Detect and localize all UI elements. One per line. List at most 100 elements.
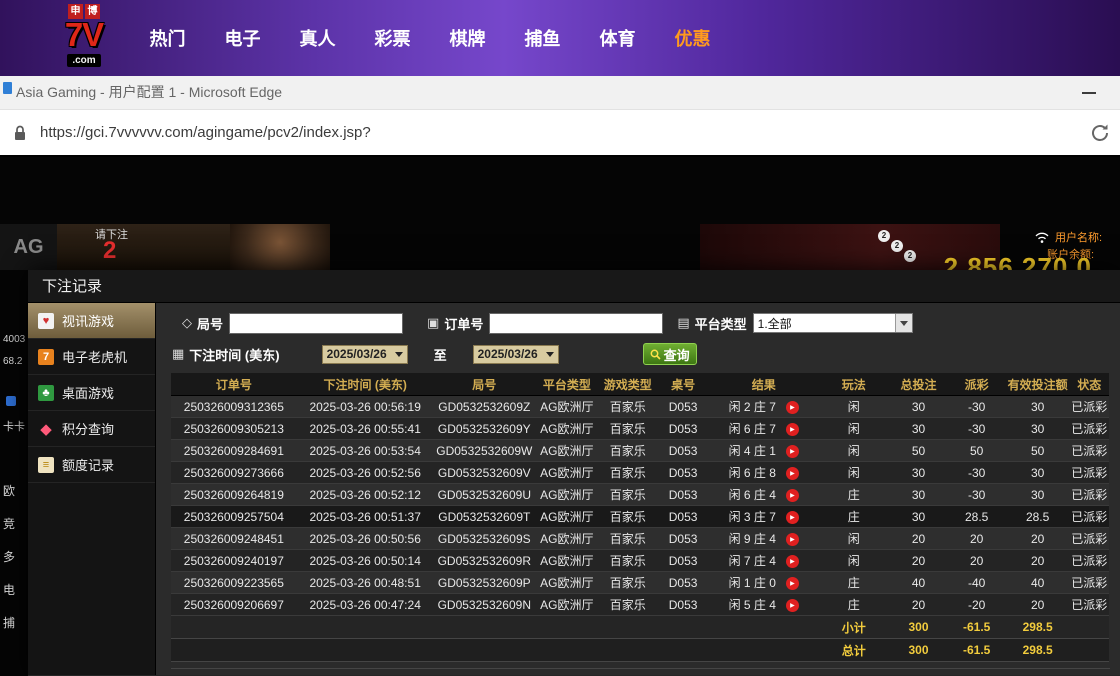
minimize-button[interactable]	[1082, 92, 1096, 94]
nav-item[interactable]: 体育	[580, 25, 655, 51]
sidebar-item[interactable]: 积分查询	[28, 411, 155, 447]
chevron-down-icon	[546, 352, 554, 357]
cell-result: 闲 6 庄 8	[709, 462, 818, 484]
nav-item[interactable]: 真人	[280, 25, 355, 51]
total-valid: 298.5	[1006, 639, 1070, 662]
table-row[interactable]: 250326009223565 2025-03-26 00:48:51 GD05…	[171, 572, 1109, 594]
replay-icon[interactable]	[786, 599, 799, 612]
subtotal-bet: 300	[889, 616, 947, 639]
table-row[interactable]: 250326009206697 2025-03-26 00:47:24 GD05…	[171, 594, 1109, 616]
platform-select[interactable]: 1.全部	[753, 313, 913, 333]
cell-time: 2025-03-26 00:52:56	[297, 462, 434, 484]
replay-icon[interactable]	[786, 401, 799, 414]
modal-content: 局号 订单号 平台类型 1.全部 下注时间 (美东)	[156, 303, 1120, 675]
cell-bet: 30	[889, 396, 947, 418]
replay-icon[interactable]	[786, 423, 799, 436]
nav-item[interactable]: 电子	[205, 25, 280, 51]
search-button[interactable]: 查询	[643, 343, 697, 365]
cell-game: 百家乐	[599, 484, 657, 506]
cell-game: 百家乐	[599, 528, 657, 550]
column-header: 总投注	[889, 373, 947, 396]
roulette-chip: 2	[891, 240, 903, 252]
cell-bet: 40	[889, 572, 947, 594]
table-row[interactable]: 250326009305213 2025-03-26 00:55:41 GD05…	[171, 418, 1109, 440]
cell-status: 已派彩	[1070, 418, 1109, 440]
round-input[interactable]	[229, 313, 403, 334]
cell-valid: 30	[1006, 418, 1070, 440]
replay-icon[interactable]	[786, 555, 799, 568]
address-bar: https://gci.7vvvvvv.com/agingame/pcv2/in…	[0, 110, 1120, 157]
cell-game: 百家乐	[599, 572, 657, 594]
replay-icon[interactable]	[786, 489, 799, 502]
cell-payout: -30	[948, 396, 1006, 418]
table-row[interactable]: 250326009284691 2025-03-26 00:53:54 GD05…	[171, 440, 1109, 462]
table-row[interactable]: 250326009264819 2025-03-26 00:52:12 GD05…	[171, 484, 1109, 506]
roulette-chips: 222	[878, 230, 920, 266]
table-row[interactable]: 250326009240197 2025-03-26 00:50:14 GD05…	[171, 550, 1109, 572]
video-thumbnail-dealer[interactable]	[230, 224, 330, 270]
cell-bet: 20	[889, 528, 947, 550]
cell-status: 已派彩	[1070, 594, 1109, 616]
column-header: 结果	[709, 373, 818, 396]
background-menu-item: 多	[3, 548, 15, 565]
platform-type-icon	[677, 315, 689, 331]
cell-time: 2025-03-26 00:50:14	[297, 550, 434, 572]
table-row[interactable]: 250326009312365 2025-03-26 00:56:19 GD05…	[171, 396, 1109, 418]
cell-payout: -30	[948, 484, 1006, 506]
cell-table: D053	[657, 572, 710, 594]
cell-play: 闲	[818, 418, 889, 440]
cell-status: 已派彩	[1070, 528, 1109, 550]
date-from-picker[interactable]: 2025/03/26	[322, 345, 408, 364]
table-row[interactable]: 250326009257504 2025-03-26 00:51:37 GD05…	[171, 506, 1109, 528]
cell-game: 百家乐	[599, 418, 657, 440]
sidebar-item[interactable]: 额度记录	[28, 447, 155, 483]
cell-bet: 30	[889, 462, 947, 484]
video-thumbnail-bet[interactable]: 请下注 2	[57, 224, 230, 270]
cell-payout: 50	[948, 440, 1006, 462]
cell-round: GD0532532609S	[434, 528, 535, 550]
replay-icon[interactable]	[786, 511, 799, 524]
date-to-picker[interactable]: 2025/03/26	[473, 345, 559, 364]
cell-platform: AG欧洲厅	[535, 418, 599, 440]
replay-icon[interactable]	[786, 467, 799, 480]
cell-round: GD0532532609U	[434, 484, 535, 506]
replay-icon[interactable]	[786, 445, 799, 458]
nav-item[interactable]: 彩票	[355, 25, 430, 51]
refresh-icon[interactable]	[1088, 121, 1112, 145]
replay-icon[interactable]	[786, 577, 799, 590]
site-logo[interactable]: 申 博 7V .com	[48, 4, 120, 68]
cell-play: 庄	[818, 484, 889, 506]
nav-item[interactable]: 棋牌	[430, 25, 505, 51]
cell-play: 闲	[818, 550, 889, 572]
nav-item[interactable]: 捕鱼	[505, 25, 580, 51]
cell-order: 250326009284691	[171, 440, 297, 462]
cell-time: 2025-03-26 00:52:12	[297, 484, 434, 506]
table-row[interactable]: 250326009273666 2025-03-26 00:52:56 GD05…	[171, 462, 1109, 484]
sidebar-item[interactable]: 桌面游戏	[28, 375, 155, 411]
cell-table: D053	[657, 506, 710, 528]
cell-platform: AG欧洲厅	[535, 594, 599, 616]
nav-item[interactable]: 热门	[130, 25, 205, 51]
document-icon	[38, 457, 54, 473]
lock-icon	[12, 124, 28, 147]
cell-result: 闲 3 庄 7	[709, 506, 818, 528]
order-number-icon	[427, 315, 439, 331]
url-text[interactable]: https://gci.7vvvvvv.com/agingame/pcv2/in…	[40, 110, 371, 155]
nav-item[interactable]: 优惠	[655, 25, 730, 51]
replay-icon[interactable]	[786, 533, 799, 546]
cell-valid: 30	[1006, 462, 1070, 484]
background-menu-item: 竞	[3, 515, 15, 532]
cell-result: 闲 1 庄 0	[709, 572, 818, 594]
total-payout: -61.5	[948, 639, 1006, 662]
table-row[interactable]: 250326009248451 2025-03-26 00:50:56 GD05…	[171, 528, 1109, 550]
chevron-down-icon[interactable]	[895, 314, 912, 332]
sidebar-item[interactable]: 电子老虎机	[28, 339, 155, 375]
ag-logo: AG	[0, 224, 57, 270]
sidebar-item[interactable]: 视讯游戏	[28, 303, 155, 339]
platform-label: 平台类型	[695, 314, 747, 333]
bet-records-table: 订单号下注时间 (美东)局号平台类型游戏类型桌号结果玩法总投注派彩有效投注额状态…	[171, 373, 1109, 662]
cell-payout: 20	[948, 550, 1006, 572]
order-input[interactable]	[489, 313, 663, 334]
cell-result: 闲 5 庄 4	[709, 594, 818, 616]
subtotal-payout: -61.5	[948, 616, 1006, 639]
